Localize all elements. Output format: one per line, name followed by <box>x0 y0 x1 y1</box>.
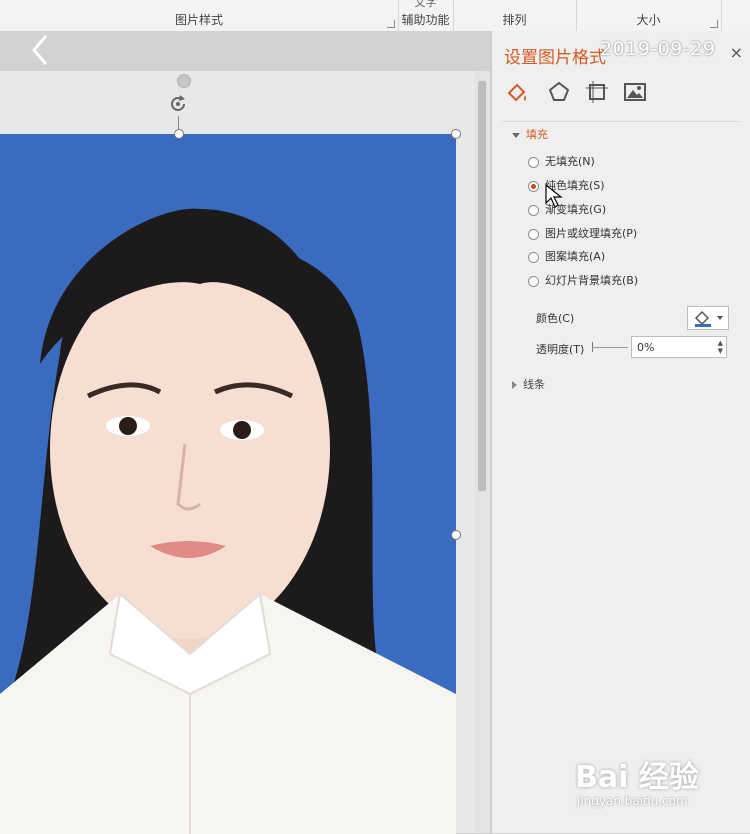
resize-handle-right[interactable] <box>451 530 461 540</box>
radio-button[interactable] <box>528 228 539 240</box>
radio-button[interactable] <box>528 275 539 287</box>
ribbon-group-label: 辅助功能 <box>401 13 450 27</box>
fill-option-pattern[interactable]: 图案填充(A) <box>528 249 605 265</box>
spinner-arrows-icon[interactable]: ▲ ▼ <box>718 339 723 355</box>
effects-icon[interactable] <box>546 79 572 105</box>
paint-bucket-icon <box>694 310 723 327</box>
radio-button[interactable] <box>528 204 539 216</box>
watermark-logo: Bai 经验 <box>575 760 699 795</box>
slide-indicator-dot <box>177 74 191 88</box>
ribbon-group-accessibility: 文字 辅助功能 <box>398 0 454 31</box>
transparency-label: 透明度(T) <box>536 343 585 356</box>
color-picker-button[interactable] <box>687 306 729 330</box>
fill-option-label: 幻灯片背景填充(B) <box>545 274 639 287</box>
fill-option-picture-texture[interactable]: 图片或纹理填充(P) <box>528 226 637 242</box>
ribbon-group-arrange: 排列 <box>453 0 577 31</box>
transparency-spinner[interactable]: 0% ▲ ▼ <box>631 336 727 358</box>
radio-button-selected[interactable] <box>528 180 539 192</box>
divider <box>502 121 741 122</box>
fill-option-label: 图片或纹理填充(P) <box>545 227 638 240</box>
radio-button[interactable] <box>528 251 539 263</box>
radio-button[interactable] <box>528 156 539 168</box>
close-icon[interactable]: × <box>730 43 743 62</box>
ribbon-group-picture-styles: 图片样式 <box>0 0 399 31</box>
back-arrow-icon[interactable] <box>22 30 62 70</box>
ribbon: 图片样式 文字 辅助功能 排列 大小 <box>0 0 750 32</box>
ribbon-group-label: 大小 <box>636 13 661 27</box>
pane-title: 设置图片格式 <box>504 48 606 68</box>
fill-section-header[interactable]: 填充 <box>512 126 548 142</box>
resize-handle-top[interactable] <box>174 129 184 139</box>
scrollbar-thumb[interactable] <box>478 81 486 491</box>
watermark-url: jingyan.baidu.com <box>577 794 688 808</box>
transparency-slider[interactable] <box>592 347 628 348</box>
rotate-handle-icon[interactable] <box>166 92 190 116</box>
line-section-label: 线条 <box>523 378 545 391</box>
fill-option-label: 无填充(N) <box>545 155 595 168</box>
collapse-triangle-icon <box>512 132 520 138</box>
ribbon-group-label: 排列 <box>502 13 527 27</box>
line-section-header[interactable]: 线条 <box>512 376 545 392</box>
dialog-launcher-icon[interactable] <box>387 20 395 28</box>
fill-section-label: 填充 <box>526 128 548 141</box>
color-label: 颜色(C) <box>536 312 575 325</box>
fill-option-none[interactable]: 无填充(N) <box>528 154 595 170</box>
video-timestamp: 2019-09-29 <box>600 38 716 60</box>
transparency-value[interactable]: 0% <box>637 341 654 354</box>
mouse-cursor-icon <box>545 183 563 208</box>
picture-icon[interactable] <box>622 79 648 105</box>
portrait-image <box>0 208 456 834</box>
format-picture-pane: 设置图片格式 × 填充 无填充(N) 纯色填充(S) 渐变填充(G) 图片或纹理… <box>491 31 750 833</box>
fill-option-solid[interactable]: 纯色填充(S) <box>528 178 605 194</box>
alt-text-button[interactable]: 文字 <box>398 0 453 10</box>
resize-handle-top-right[interactable] <box>451 129 461 139</box>
fill-option-slide-background[interactable]: 幻灯片背景填充(B) <box>528 273 638 289</box>
ribbon-group-label: 图片样式 <box>174 13 223 27</box>
size-properties-icon[interactable] <box>584 79 610 105</box>
fill-line-icon[interactable] <box>504 79 530 105</box>
expand-triangle-icon <box>512 381 517 389</box>
dialog-launcher-icon[interactable] <box>710 20 718 28</box>
fill-option-gradient[interactable]: 渐变填充(G) <box>528 202 606 218</box>
fill-option-label: 图案填充(A) <box>545 250 606 263</box>
ribbon-group-size: 大小 <box>576 0 722 31</box>
baidu-jingyan-watermark: Bai 经验 jingyan.baidu.com <box>575 752 725 816</box>
selected-picture[interactable] <box>0 134 456 834</box>
